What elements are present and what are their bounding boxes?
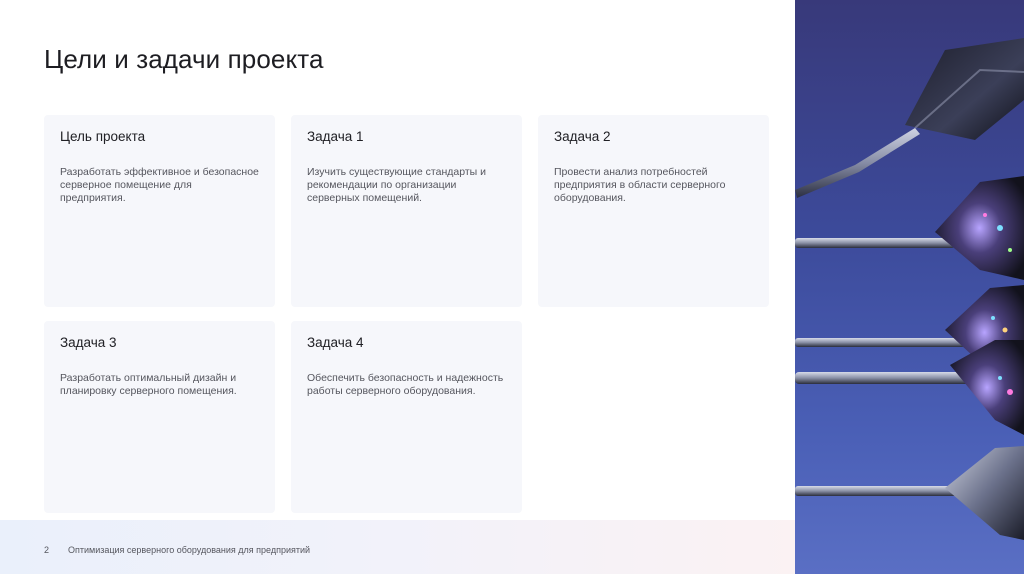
dart-5 xyxy=(795,446,1024,540)
card-title: Задача 3 xyxy=(60,335,117,350)
card-title: Задача 1 xyxy=(307,129,364,144)
card-title: Цель проекта xyxy=(60,129,146,144)
goal-card: Цель проекта Разработать эффективное и б… xyxy=(44,115,275,307)
card-body: Разработать эффективное и безопасное сер… xyxy=(60,166,259,204)
darts-photo xyxy=(795,0,1024,574)
dart-4 xyxy=(795,340,1024,435)
slide-title: Цели и задачи проекта xyxy=(44,44,324,74)
footer-text: Оптимизация серверного оборудования для … xyxy=(68,545,311,555)
page-number: 2 xyxy=(44,545,50,555)
card-body: Провести анализ потребностей предприятия… xyxy=(554,166,726,204)
darts-illustration xyxy=(795,38,1024,540)
dart-2 xyxy=(795,176,1024,280)
slide: Цели и задачи проекта Цель проекта Разра… xyxy=(0,0,1024,574)
task-1-card: Задача 1 Изучить существующие стандарты … xyxy=(291,115,522,307)
task-2-card: Задача 2 Провести анализ потребностей пр… xyxy=(538,115,769,307)
card-body: Разработать оптимальный дизайн и планиро… xyxy=(60,372,237,397)
dart-1 xyxy=(795,38,1024,198)
task-3-card: Задача 3 Разработать оптимальный дизайн … xyxy=(44,321,275,513)
card-body: Обеспечить безопасность и надежность раб… xyxy=(307,372,504,397)
card-title: Задача 4 xyxy=(307,335,364,350)
card-body: Изучить существующие стандарты и рекомен… xyxy=(307,166,486,204)
card-title: Задача 2 xyxy=(554,129,611,144)
task-4-card: Задача 4 Обеспечить безопасность и надеж… xyxy=(291,321,522,513)
